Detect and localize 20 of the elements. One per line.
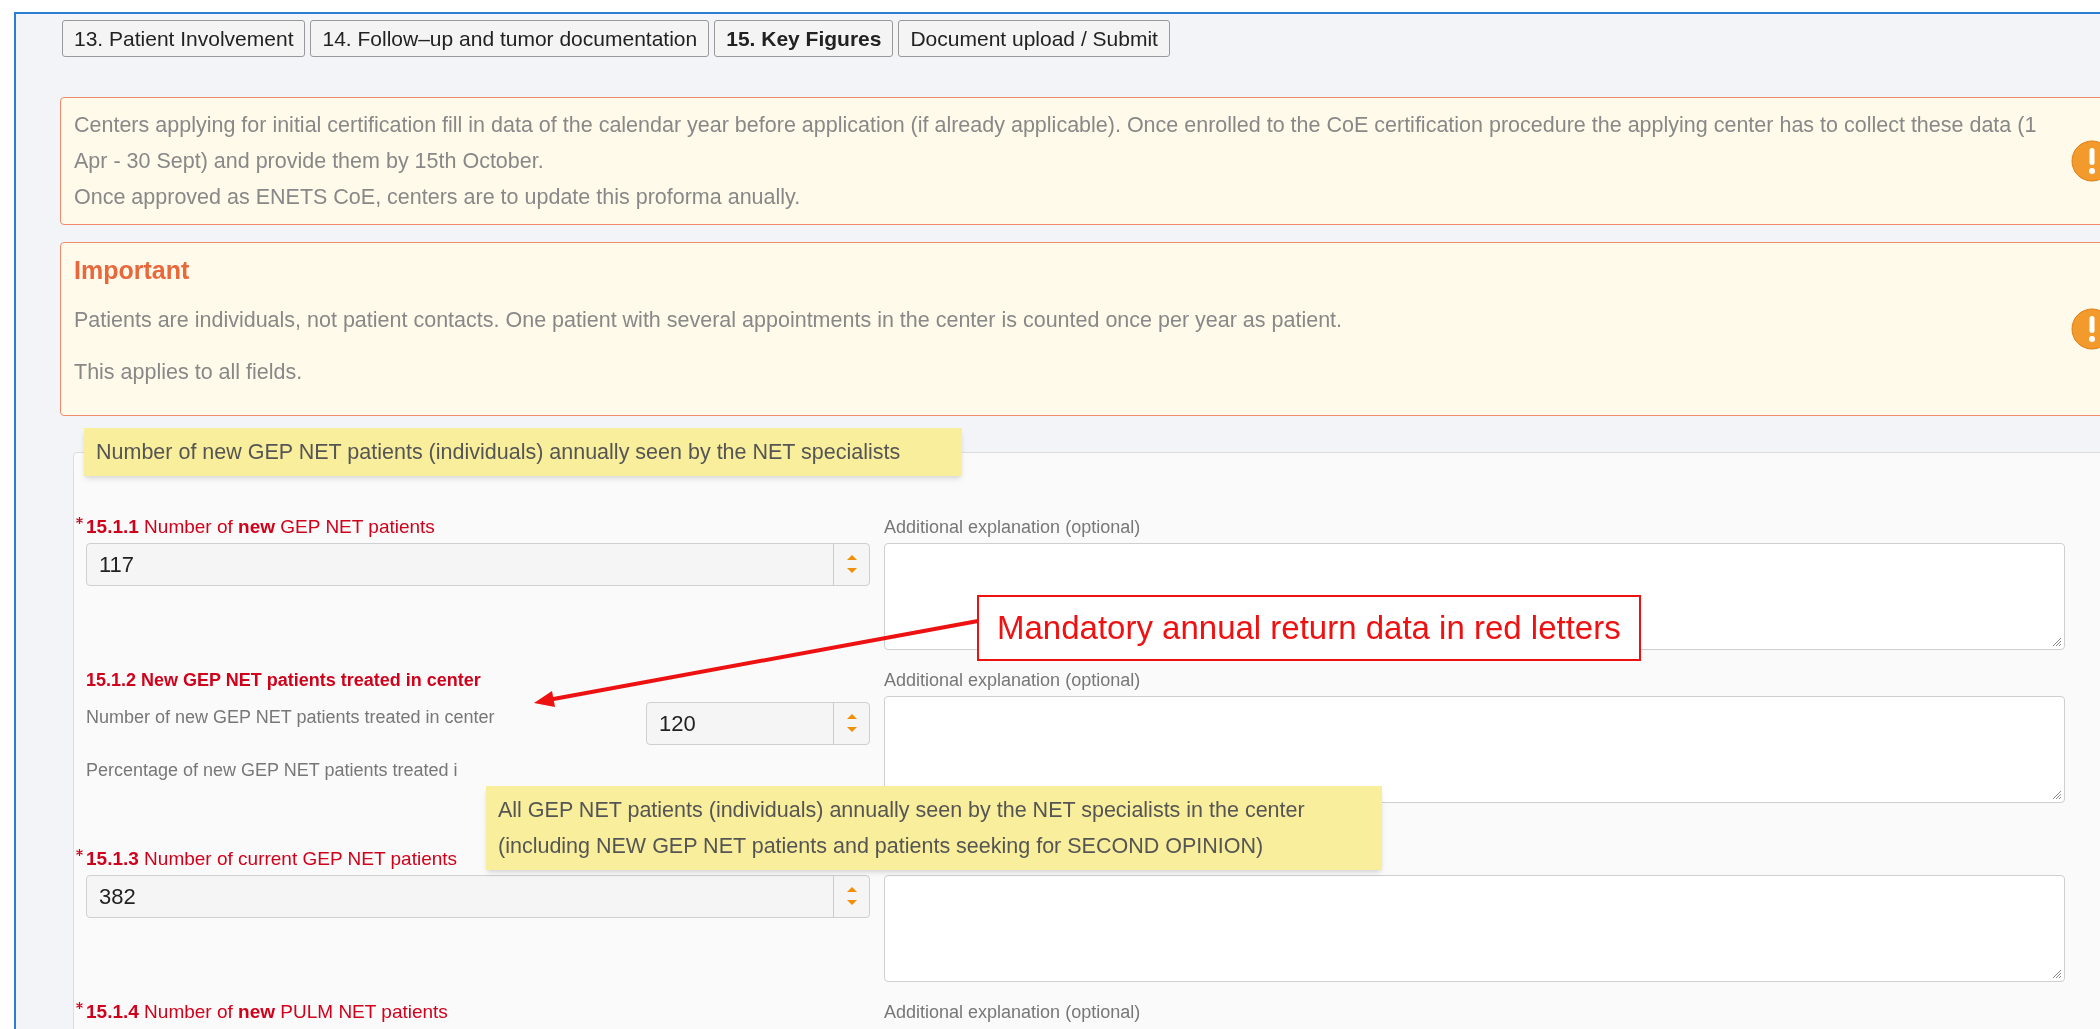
field-label: Additional explanation (optional): [884, 668, 1141, 692]
tooltip: Number of new GEP NET patients (individuals) annually seen by the NET specialists: [84, 428, 962, 476]
annotation-tooltip: Mandatory annual return data in red letters: [977, 595, 1641, 661]
field-label: Additional explanation (optional): [884, 515, 1141, 539]
notice-text: This applies to all fields.: [74, 358, 304, 386]
field-label: Number of new GEP NET patients treated in center: [86, 705, 495, 729]
tooltip: All GEP NET patients (individuals) annually seen by the NET specialists in the center (including NEW GEP NET patients and patients seeking for SECOND OPINION): [486, 786, 1382, 870]
section-heading: 15.1.2 New GEP NET patients treated in center: [86, 668, 481, 692]
notice-title: Important: [74, 255, 190, 286]
notice-text: Centers applying for initial certification fill in data of the calendar year before application (if already applicable). Once enrolled to the CoE certification procedure the applying center has to collect these data (1 Apr - 30 Sept) and provide them by 15th October.: [74, 112, 2038, 175]
field-label: Additional explanation (optional): [884, 1000, 1141, 1024]
number-value: 117: [98, 550, 136, 579]
field-label: Percentage of new GEP NET patients treated i: [86, 758, 458, 782]
field-label: 15.1.1 Number of new GEP NET patients: [86, 514, 435, 539]
number-value: 382: [98, 882, 137, 911]
notice-text: Once approved as ENETS CoE, centers are to update this proforma anually.: [74, 184, 802, 211]
number-value: 120: [658, 709, 697, 738]
notice-text: Patients are individuals, not patient contacts. One patient with several appointments in the center is counted once per year as patient.: [74, 306, 1344, 334]
field-label: 15.1.3 Number of current GEP NET patients: [86, 846, 458, 871]
field-label: 15.1.4 Number of new PULM NET patients: [86, 999, 448, 1024]
